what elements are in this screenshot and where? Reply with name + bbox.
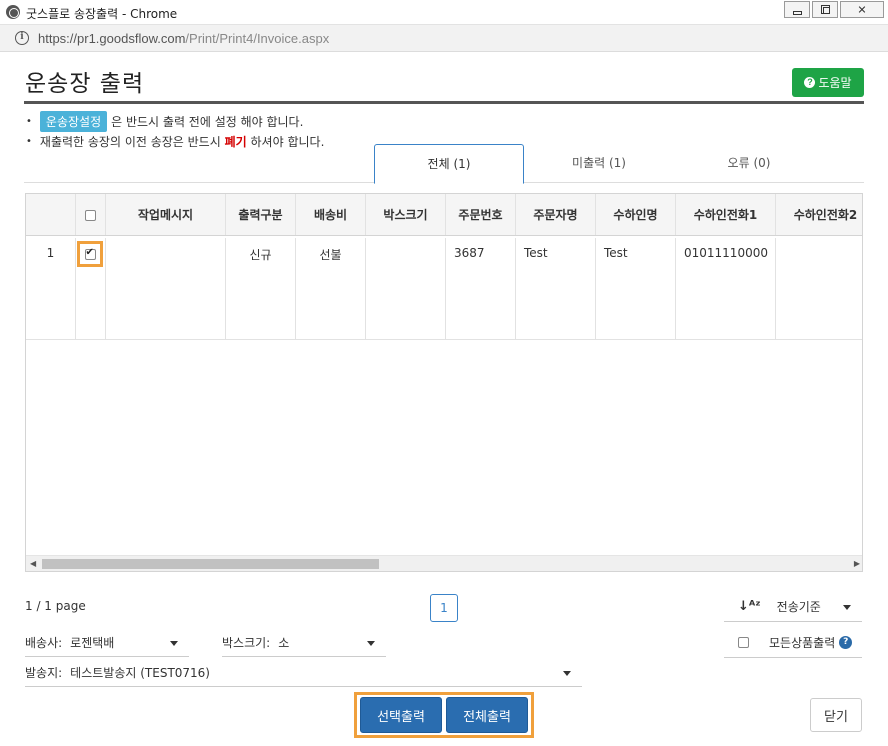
header-receiver-phone1: 수하인전화1 — [676, 194, 776, 235]
row-shipping-fee: 선불 — [296, 238, 366, 339]
row-box-size — [366, 238, 446, 339]
page-button[interactable]: 1 — [430, 594, 458, 622]
carrier-select[interactable]: 배송사: 로젠택배 — [25, 629, 189, 657]
url-host: https://pr1.goodsflow.com — [38, 31, 186, 46]
maximize-button[interactable] — [812, 1, 838, 18]
help-button-label: 도움말 — [818, 76, 852, 90]
minimize-icon — [793, 11, 802, 15]
all-products-checkbox[interactable] — [738, 637, 749, 648]
box-size-value: 소 — [278, 636, 290, 650]
invoice-setting-button[interactable]: 운송장설정 — [39, 111, 108, 132]
scrollbar-thumb[interactable] — [42, 559, 379, 569]
header-receiver-phone2: 수하인전화2 — [776, 194, 862, 235]
sender-label: 발송지: — [25, 666, 63, 680]
tab-all[interactable]: 전체 (1) — [374, 144, 524, 184]
header-print-type: 출력구분 — [226, 194, 296, 235]
chrome-icon — [6, 5, 20, 19]
sort-az-icon: ↓ᴬᶻ — [738, 599, 761, 614]
help-button[interactable]: ? 도움말 — [792, 68, 864, 97]
row-checkbox-highlight — [77, 241, 103, 267]
print-selected-button[interactable]: 선택출력 — [360, 697, 442, 733]
row-receiver-phone1: 01011110000 — [676, 238, 776, 339]
box-size-select[interactable]: 박스크기: 소 — [222, 629, 386, 657]
header-order-no: 주문번호 — [446, 194, 516, 235]
page-title: 운송장 출력 — [25, 71, 145, 97]
window-titlebar: 굿스플로 송장출력 - Chrome ✕ — [0, 0, 888, 25]
chevron-down-icon — [563, 671, 571, 676]
table-row[interactable]: 1 신규 선불 3687 Test Test 01011110000 — [26, 238, 862, 340]
url-path: /Print/Print4/Invoice.aspx — [185, 31, 330, 46]
header-row-number — [26, 194, 76, 235]
header-orderer: 주문자명 — [516, 194, 596, 235]
sort-select[interactable]: ↓ᴬᶻ 전송기준 — [724, 592, 862, 622]
tab-not-printed[interactable]: 미출력 (1) — [524, 144, 674, 183]
filter-tabs: 전체 (1) 미출력 (1) 오류 (0) — [24, 144, 864, 184]
minimize-button[interactable] — [784, 1, 810, 18]
close-window-button[interactable]: ✕ — [840, 1, 884, 18]
address-bar[interactable]: i https://pr1.goodsflow.com/Print/Print4… — [0, 25, 888, 52]
sort-label: 전송기준 — [776, 600, 821, 614]
row-receiver-phone2 — [776, 238, 862, 339]
header-shipping-fee: 배송비 — [296, 194, 366, 235]
header-box-size: 박스크기 — [366, 194, 446, 235]
window-title: 굿스플로 송장출력 - Chrome — [26, 7, 178, 21]
maximize-icon — [821, 5, 830, 14]
row-orderer: Test — [516, 238, 596, 339]
header-work-message: 작업메시지 — [106, 194, 226, 235]
window-controls: ✕ — [782, 1, 884, 18]
row-checkbox[interactable] — [84, 247, 96, 260]
question-icon: ? — [804, 77, 816, 88]
sender-value: 테스트발송지 (TEST0716) — [70, 666, 210, 680]
row-select-cell[interactable] — [76, 238, 106, 339]
page-info: 1 / 1 page — [25, 599, 86, 613]
row-work-message — [106, 238, 226, 339]
header-select-all[interactable] — [76, 194, 106, 235]
question-icon[interactable]: ? — [839, 636, 853, 649]
scroll-right-icon[interactable]: ▶ — [854, 559, 860, 568]
tab-error[interactable]: 오류 (0) — [674, 144, 824, 183]
notice-setting: • 운송장설정 은 반드시 출력 전에 설정 해야 합니다. — [26, 111, 303, 132]
all-products-option[interactable]: 모든상품출력 ? — [724, 628, 862, 658]
header-receiver: 수하인명 — [596, 194, 676, 235]
all-products-label: 모든상품출력 — [769, 636, 836, 650]
print-all-button[interactable]: 전체출력 — [446, 697, 528, 733]
row-print-type: 신규 — [226, 238, 296, 339]
scroll-left-icon[interactable]: ◀ — [30, 559, 36, 568]
notice-setting-text: 은 반드시 출력 전에 설정 해야 합니다. — [111, 115, 304, 129]
carrier-label: 배송사: — [25, 636, 63, 650]
title-divider — [24, 101, 864, 104]
row-receiver: Test — [596, 238, 676, 339]
select-all-checkbox[interactable] — [85, 210, 96, 221]
chevron-down-icon — [170, 641, 178, 646]
row-number: 1 — [26, 238, 76, 339]
invoice-grid: 작업메시지 출력구분 배송비 박스크기 주문번호 주문자명 수하인명 수하인전화… — [25, 193, 863, 572]
bullet: • — [26, 116, 32, 127]
carrier-value: 로젠택배 — [70, 636, 115, 650]
box-size-label: 박스크기: — [222, 636, 271, 650]
url-text[interactable]: https://pr1.goodsflow.com/Print/Print4/I… — [38, 31, 329, 46]
grid-header: 작업메시지 출력구분 배송비 박스크기 주문번호 주문자명 수하인명 수하인전화… — [26, 194, 862, 236]
chevron-down-icon — [843, 605, 851, 610]
close-button[interactable]: 닫기 — [810, 698, 862, 732]
row-order-no: 3687 — [446, 238, 516, 339]
chevron-down-icon — [367, 641, 375, 646]
sender-select[interactable]: 발송지: 테스트발송지 (TEST0716) — [25, 659, 582, 687]
horizontal-scrollbar[interactable]: ◀ ▶ — [26, 555, 862, 571]
close-icon: ✕ — [857, 3, 867, 16]
info-icon[interactable]: i — [15, 31, 29, 45]
